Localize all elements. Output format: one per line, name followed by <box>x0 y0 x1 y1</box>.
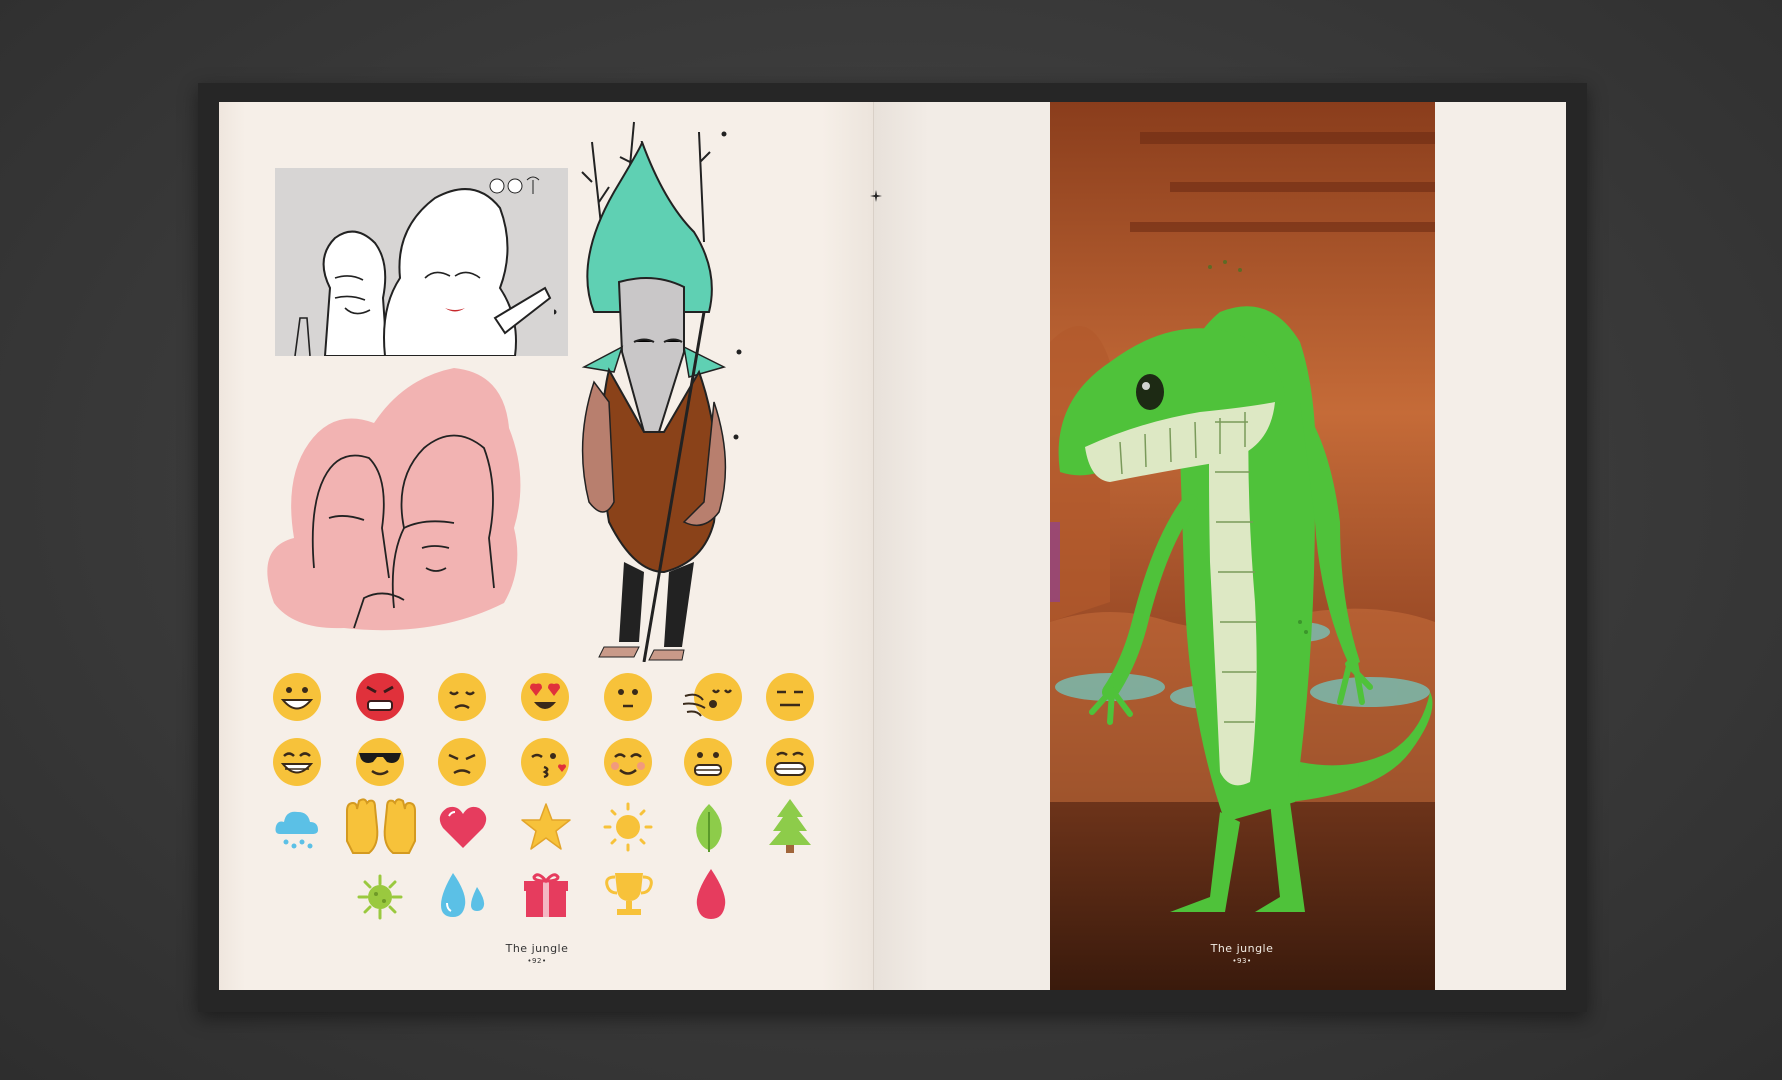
angry-face-icon <box>356 673 404 721</box>
blood-drop-icon <box>696 869 726 919</box>
heart-icon <box>439 806 487 848</box>
masked-character-illustration <box>554 121 742 662</box>
beaming-face-icon <box>273 738 321 786</box>
trophy-icon <box>605 873 653 915</box>
grinning-face-icon <box>273 673 321 721</box>
leaf-icon <box>696 804 722 852</box>
right-section-title: The jungle <box>1210 942 1274 955</box>
right-page-number: •93• <box>1232 957 1252 965</box>
heart-eyes-face-icon <box>521 673 569 721</box>
disappointed-face-icon <box>438 673 486 721</box>
gift-icon <box>524 873 568 917</box>
pink-sketch <box>267 368 521 631</box>
rain-cloud-icon <box>275 811 318 849</box>
sparkle-icon <box>870 190 882 202</box>
pouting-face-icon <box>438 738 486 786</box>
lizard-illustration-panel: The jungle •93• <box>1050 102 1435 990</box>
blowing-face-icon <box>683 673 742 721</box>
raised-hands-icon <box>346 798 416 854</box>
lizard-character <box>1058 260 1433 912</box>
left-section-title: The jungle <box>505 942 569 955</box>
sunglasses-face-icon <box>356 738 404 786</box>
grimacing-face-icon <box>684 738 732 786</box>
left-folio: The jungle •92• <box>477 943 597 967</box>
sun-icon <box>603 802 653 852</box>
blushing-face-icon <box>604 738 652 786</box>
star-icon <box>521 803 571 850</box>
sketch-panel <box>275 168 568 356</box>
pine-tree-icon <box>769 799 811 853</box>
water-drops-icon <box>441 873 485 917</box>
virus-icon <box>357 874 403 920</box>
kissing-face-icon <box>521 738 569 786</box>
expressionless-face-icon <box>766 673 814 721</box>
left-page-number: •92• <box>527 957 547 965</box>
teeth-grin-face-icon <box>766 738 814 786</box>
left-page: The jungle •92• <box>219 102 874 990</box>
neutral-round-face-icon <box>604 673 652 721</box>
right-folio: The jungle •93• <box>1182 943 1302 967</box>
